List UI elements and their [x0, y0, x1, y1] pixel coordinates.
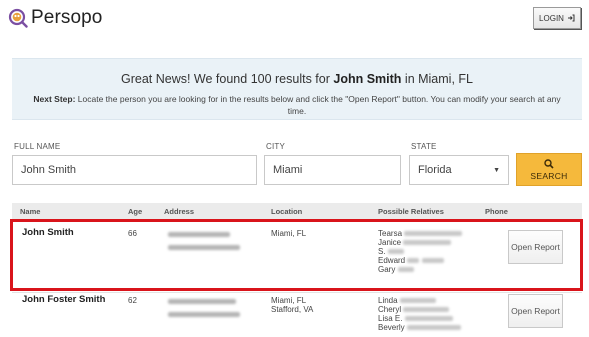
column-header-name: Name [20, 207, 41, 216]
search-icon [544, 158, 554, 169]
full-name-label: FULL NAME [14, 142, 61, 151]
city-input[interactable]: Miami [264, 155, 401, 185]
results-headline: Great News! We found 100 results for Joh… [12, 72, 582, 86]
chevron-down-icon: ▼ [493, 166, 500, 174]
state-value: Florida [418, 164, 452, 176]
table-row[interactable]: John Foster Smith 62 Miami, FL Stafford,… [12, 293, 582, 337]
location-line: Miami, FL [271, 296, 307, 305]
open-report-label: Open Report [511, 306, 560, 316]
state-label: STATE [411, 142, 437, 151]
person-age: 62 [128, 296, 137, 305]
headline-name: John Smith [333, 72, 402, 86]
results-table-header: Name Age Address Location Possible Relat… [12, 203, 582, 220]
headline-suffix: in Miami, FL [401, 72, 473, 86]
relatives-list: Linda Cheryl Lisa E. Beverly [378, 296, 461, 332]
results-banner: Great News! We found 100 results for Joh… [12, 58, 582, 120]
person-name[interactable]: John Foster Smith [22, 295, 105, 305]
full-name-value: John Smith [21, 164, 77, 176]
selected-result-highlight [10, 219, 583, 291]
search-button[interactable]: SEARCH [516, 153, 582, 186]
column-header-age: Age [128, 207, 143, 216]
full-name-input[interactable]: John Smith [12, 155, 257, 185]
relative-name: Linda [378, 296, 398, 305]
city-label: CITY [266, 142, 286, 151]
login-label: LOGIN [539, 13, 564, 23]
location-line: Stafford, VA [271, 305, 314, 314]
next-step-text: Locate the person you are looking for in… [75, 94, 561, 116]
column-header-relatives: Possible Relatives [378, 207, 444, 216]
relative-name: Beverly [378, 323, 405, 332]
person-location: Miami, FL Stafford, VA [271, 296, 313, 314]
city-value: Miami [273, 164, 303, 176]
search-label: SEARCH [530, 170, 568, 181]
column-header-phone: Phone [485, 207, 508, 216]
persopo-logo[interactable]: Persopo [8, 6, 102, 30]
persopo-logo-icon [8, 8, 28, 28]
next-step-instructions: Next Step: Locate the person you are loo… [24, 93, 570, 117]
address-redacted [168, 297, 240, 319]
state-select[interactable]: Florida ▼ [409, 155, 509, 185]
column-header-location: Location [271, 207, 303, 216]
column-header-address: Address [164, 207, 195, 216]
open-report-button[interactable]: Open Report [508, 294, 563, 328]
relative-name: Cheryl [378, 305, 402, 314]
brand-name: Persopo [31, 7, 103, 28]
relative-name: Lisa E. [378, 314, 403, 323]
sign-in-icon [567, 14, 575, 22]
login-button[interactable]: LOGIN [533, 7, 581, 29]
headline-prefix: Great News! We found 100 results for [121, 72, 334, 86]
next-step-label: Next Step: [33, 94, 76, 104]
